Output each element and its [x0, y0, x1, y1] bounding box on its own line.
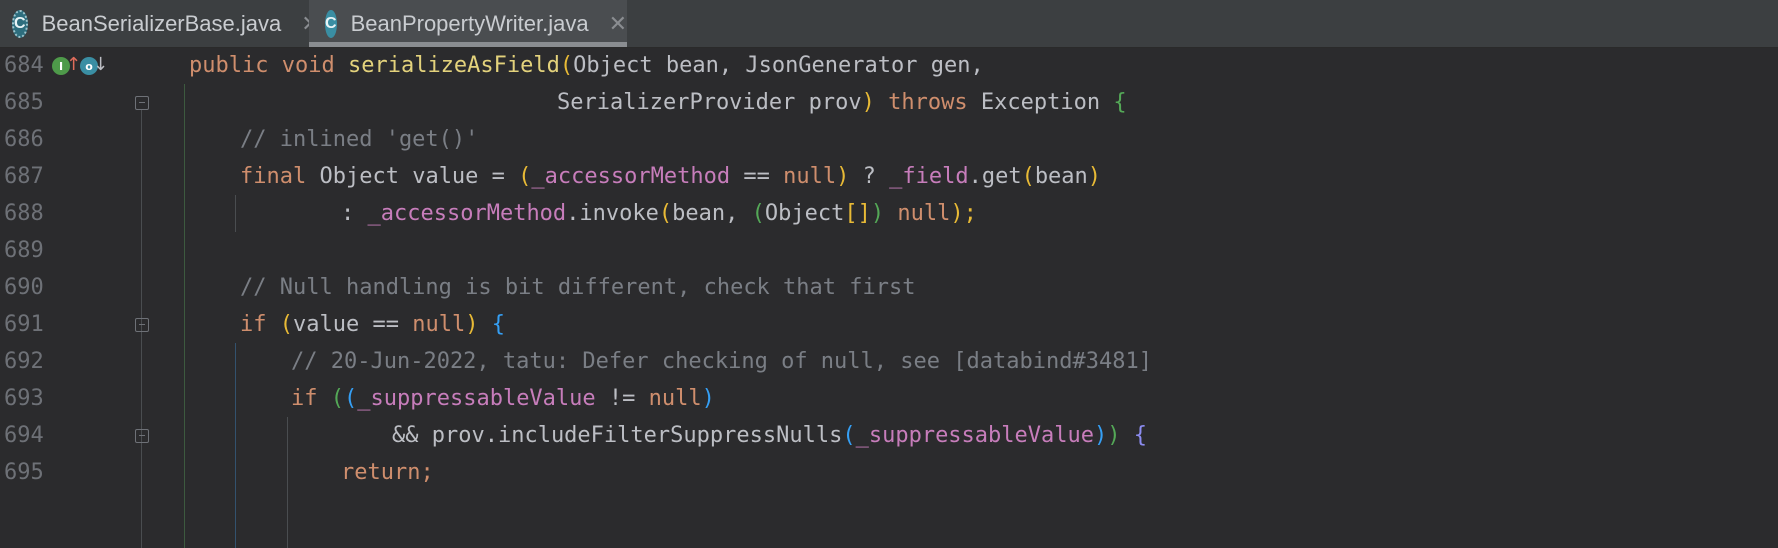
java-class-icon: C [325, 9, 337, 38]
code-text: && prov.includeFilterSuppressNulls(_supp… [392, 423, 1148, 448]
code-text: if (value == null) { [240, 312, 505, 337]
code-text: if ((_suppressableValue != null) [291, 386, 715, 411]
tab-label: BeanPropertyWriter.java [350, 10, 589, 36]
close-icon[interactable]: ✕ [609, 11, 627, 37]
code-line[interactable]: 687 final Object value = (_accessorMetho… [0, 156, 1778, 198]
code-line[interactable]: 692 // 20-Jun-2022, tatu: Defer checking… [0, 341, 1778, 383]
java-class-icon: C [12, 9, 28, 38]
code-line[interactable]: 688 : _accessorMethod.invoke(bean, (Obje… [0, 193, 1778, 235]
code-comment: // 20-Jun-2022, tatu: Defer checking of … [291, 349, 1152, 374]
code-text: return; [341, 460, 434, 485]
line-number: 692 [4, 349, 44, 374]
line-number: 694 [4, 423, 44, 448]
line-number: 690 [4, 275, 44, 300]
code-line[interactable]: 695 return; [0, 452, 1778, 494]
code-line[interactable]: 690 // Null handling is bit different, c… [0, 267, 1778, 309]
line-number: 695 [4, 460, 44, 485]
line-number: 693 [4, 386, 44, 411]
line-number: 689 [4, 238, 44, 263]
line-number: 686 [4, 127, 44, 152]
code-line[interactable]: 686 // inlined 'get()' [0, 119, 1778, 161]
code-text: public void serializeAsField(Object bean… [189, 53, 984, 78]
line-number: 688 [4, 201, 44, 226]
line-number: 685 [4, 90, 44, 115]
code-comment: // Null handling is bit different, check… [240, 275, 916, 300]
tab-bean-serializer-base[interactable]: C BeanSerializerBase.java ✕ [0, 0, 320, 47]
code-editor[interactable]: I ↑ o ↓ 684 public void serializeAsField… [0, 48, 1778, 548]
code-line[interactable]: 689 [0, 230, 1778, 272]
line-number: 684 [4, 53, 44, 78]
code-text: : _accessorMethod.invoke(bean, (Object[]… [341, 201, 977, 226]
code-line[interactable]: 693 if ((_suppressableValue != null) [0, 378, 1778, 420]
code-line[interactable]: 684 public void serializeAsField(Object … [0, 45, 1778, 87]
code-text: final Object value = (_accessorMethod ==… [240, 164, 1102, 189]
editor-tab-bar: C BeanSerializerBase.java ✕ C BeanProper… [0, 0, 1778, 48]
code-line[interactable]: 691 if (value == null) { [0, 304, 1778, 346]
line-number: 687 [4, 164, 44, 189]
tab-label: BeanSerializerBase.java [41, 10, 282, 36]
code-comment: // inlined 'get()' [240, 127, 479, 152]
line-number: 691 [4, 312, 44, 337]
code-line[interactable]: 685 SerializerProvider prov) throws Exce… [0, 82, 1778, 124]
code-text: SerializerProvider prov) throws Exceptio… [557, 90, 1127, 115]
tab-bean-property-writer[interactable]: C BeanPropertyWriter.java ✕ [309, 0, 627, 47]
code-line[interactable]: 694 && prov.includeFilterSuppressNulls(_… [0, 415, 1778, 457]
